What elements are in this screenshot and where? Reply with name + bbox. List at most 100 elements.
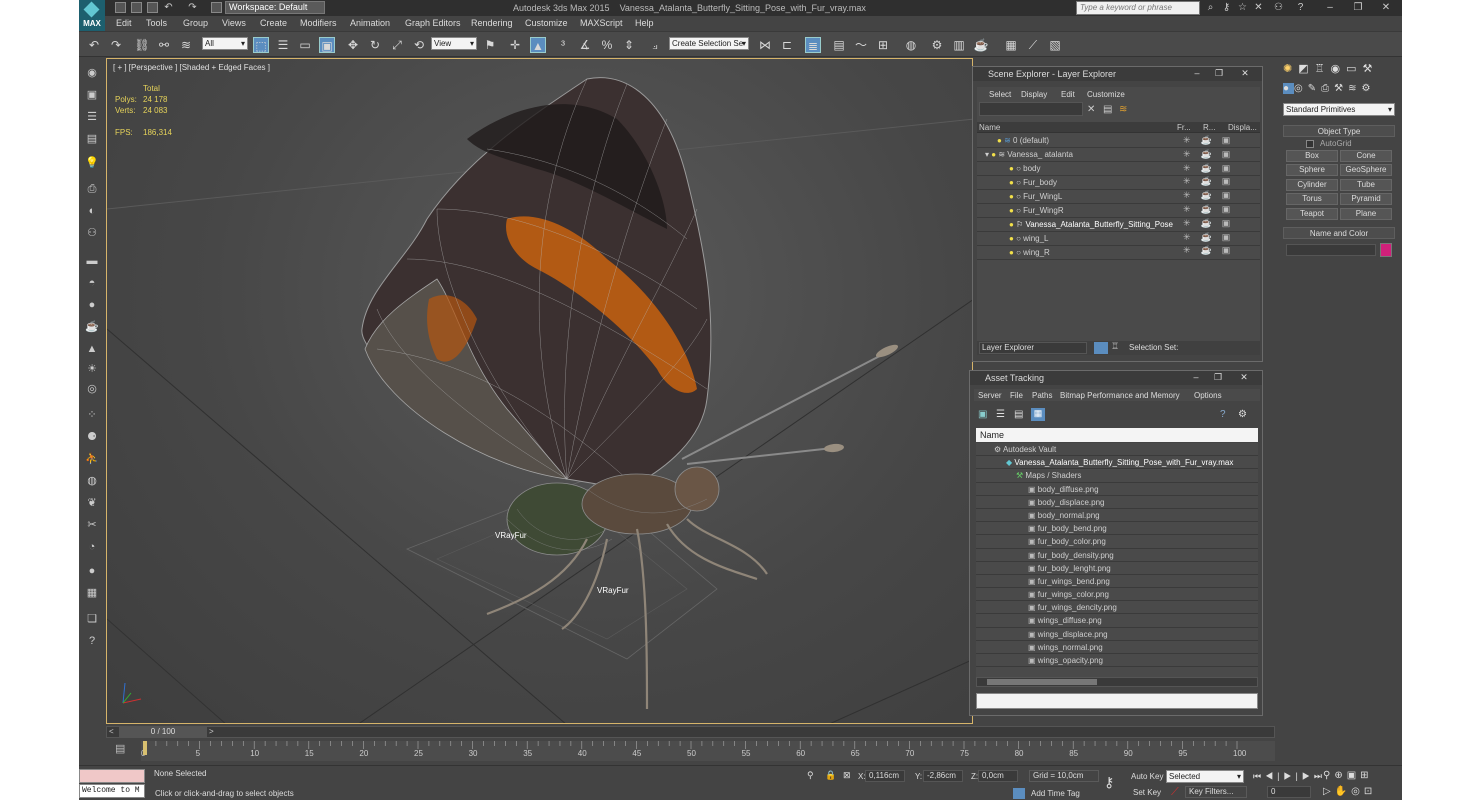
hair-icon[interactable]: ❦ <box>84 495 100 511</box>
menu-animation[interactable]: Animation <box>350 18 390 28</box>
menu-rendering[interactable]: Rendering <box>471 18 513 28</box>
freeze-icon[interactable]: ✳ ☕ ▣ <box>1183 231 1263 245</box>
rendered-frame-window-icon[interactable]: ▥ <box>951 37 967 53</box>
freeze-icon[interactable]: ✳ ☕ ▣ <box>1183 217 1263 231</box>
dynamics-icon[interactable]: ⚈ <box>84 429 100 445</box>
at-menu-server[interactable]: Server <box>978 391 1002 400</box>
asset-file-row[interactable]: ▣ wings_normal.png <box>976 641 1258 654</box>
maximize-viewport-icon[interactable]: ⊡ <box>1364 786 1376 797</box>
se-col-render[interactable]: R... <box>1203 123 1215 132</box>
help-icon[interactable]: ? <box>1295 2 1306 13</box>
next-frame-icon[interactable]: > <box>209 727 214 736</box>
asset-file-row[interactable]: ▣ body_diffuse.png <box>976 483 1258 496</box>
save-icon[interactable] <box>147 2 158 13</box>
move-icon[interactable]: ✥ <box>345 37 361 53</box>
eye-icon[interactable]: ◉ <box>84 65 100 81</box>
bind-space-warp-icon[interactable]: ≋ <box>178 37 194 53</box>
freeze-icon[interactable]: ✳ ☕ ▣ <box>1183 189 1263 203</box>
se-col-name[interactable]: Name <box>979 123 1000 132</box>
at-menu-options[interactable]: Options <box>1194 391 1222 400</box>
asset-path-field[interactable] <box>976 693 1258 709</box>
current-frame-field[interactable]: 0 <box>1267 786 1311 798</box>
select-manipulate-icon[interactable]: ✛ <box>507 37 523 53</box>
align-icon[interactable]: ⊏ <box>779 37 795 53</box>
create-tab-icon[interactable]: ✺ <box>1283 63 1298 75</box>
rectangular-selection-icon[interactable]: ▭ <box>297 37 313 53</box>
layers-toggle-icon[interactable] <box>1094 342 1108 354</box>
globe-icon[interactable]: ◍ <box>84 473 100 489</box>
prev-frame-icon[interactable]: < <box>109 727 114 736</box>
sun-icon[interactable]: ☀ <box>84 361 100 377</box>
maximize-icon[interactable]: ❐ <box>1211 68 1227 79</box>
add-time-tag[interactable]: Add Time Tag <box>1031 789 1080 798</box>
character-icon[interactable]: ⛹ <box>84 451 100 467</box>
time-tag-icon[interactable] <box>1013 788 1025 799</box>
render-production-icon[interactable]: ☕ <box>973 37 989 53</box>
modify-tab-icon[interactable]: ◩ <box>1298 63 1314 75</box>
plane-button[interactable]: Plane <box>1340 208 1392 220</box>
list-view-icon[interactable]: ☰ <box>996 409 1005 420</box>
display-tab-icon[interactable]: ▭ <box>1346 63 1362 75</box>
torus-button[interactable]: Torus <box>1286 193 1338 205</box>
hierarchy-tab-icon[interactable]: ♖ <box>1315 63 1331 75</box>
close-x-icon[interactable]: ✕ <box>1253 2 1264 13</box>
time-slider[interactable]: < 0 / 100 > <box>106 726 1275 738</box>
shapes-icon[interactable]: ◎ <box>1294 83 1308 94</box>
utilities-tab-icon[interactable]: ⚒ <box>1363 63 1379 75</box>
minimize-icon[interactable]: – <box>1189 68 1205 79</box>
lights-icon[interactable]: ✎ <box>1308 83 1321 94</box>
name-color-rollout[interactable]: Name and Color <box>1283 227 1395 239</box>
se-col-display[interactable]: Displa... <box>1228 123 1257 132</box>
thumbnail-icon[interactable]: ▤ <box>1014 409 1023 420</box>
object-type-rollout[interactable]: Object Type <box>1283 125 1395 137</box>
scrollbar-thumb[interactable] <box>987 679 1097 685</box>
freeze-icon[interactable]: ✳ ☕ ▣ <box>1183 162 1263 176</box>
set-key-button[interactable]: Set Key <box>1133 788 1161 797</box>
maximize-icon[interactable]: ❐ <box>1210 372 1226 383</box>
freeze-icon[interactable]: ✳ ☕ ▣ <box>1183 203 1263 217</box>
key-line-icon[interactable]: ⟋ <box>1171 786 1179 799</box>
ball-icon[interactable]: ● <box>84 563 100 579</box>
undo-icon[interactable]: ↶ <box>163 2 174 13</box>
explorer-type-dropdown[interactable]: Layer Explorer <box>979 342 1087 354</box>
grid-icon[interactable]: ▦ <box>84 585 100 601</box>
spacewarps-icon[interactable]: ≋ <box>1348 83 1361 94</box>
menu-help[interactable]: Help <box>635 18 654 28</box>
helper-icon[interactable]: ◐ <box>84 203 100 219</box>
refresh-icon[interactable]: ▣ <box>978 409 987 420</box>
light-bulb-icon[interactable]: ● <box>1009 164 1014 173</box>
light-bulb-icon[interactable]: ● <box>1009 248 1014 257</box>
cone-button[interactable]: Cone <box>1340 150 1392 162</box>
prev-key-icon[interactable]: ◀| <box>1265 771 1283 781</box>
se-col-frozen[interactable]: Fr... <box>1177 123 1191 132</box>
at-menu-bitmap[interactable]: Bitmap Performance and Memory <box>1060 391 1180 400</box>
light-bulb-icon[interactable]: ● <box>1009 178 1014 187</box>
link-icon[interactable]: ⛓ <box>134 37 150 53</box>
mini-curve-editor-icon[interactable]: ▤ <box>115 742 125 755</box>
curve-editor-icon[interactable]: 〜 <box>853 37 869 53</box>
search-input[interactable]: Type a keyword or phrase <box>1076 1 1200 15</box>
freeze-icon[interactable]: ✳ ☕ ▣ <box>1183 244 1263 258</box>
select-by-name-icon[interactable]: ☰ <box>275 37 291 53</box>
horizontal-scrollbar[interactable] <box>976 677 1258 687</box>
light-bulb-icon[interactable]: ● <box>1009 234 1014 243</box>
isolate-icon[interactable]: ▣ <box>84 87 100 103</box>
activeshade-icon[interactable]: ⟋ <box>1025 37 1041 53</box>
absolute-mode-icon[interactable]: ⊠ <box>843 770 851 781</box>
window-crossing-icon[interactable]: ▣ <box>319 37 335 53</box>
z-coordinate-field[interactable]: 0,0cm <box>978 770 1018 782</box>
pages-icon[interactable]: ❏ <box>84 611 100 627</box>
primitive-type-dropdown[interactable]: Standard Primitives <box>1283 103 1395 116</box>
menu-modifiers[interactable]: Modifiers <box>300 18 337 28</box>
keyboard-shortcut-icon[interactable]: ▲ <box>530 37 546 53</box>
menu-group[interactable]: Group <box>183 18 208 28</box>
track-bar[interactable]: 0510152025303540455055606570758085909510… <box>141 741 1275 761</box>
workspace-dropdown[interactable]: Workspace: Default <box>225 1 325 14</box>
perspective-viewport[interactable]: [ + ] [Perspective ] [Shaded + Edged Fac… <box>106 58 973 724</box>
tube-button[interactable]: Tube <box>1340 179 1392 191</box>
cylinder-button[interactable]: Cylinder <box>1286 179 1338 191</box>
zoom-extents-icon[interactable]: ▣ <box>1347 770 1360 781</box>
zoom-all-icon[interactable]: ⊕ <box>1334 770 1346 781</box>
help-icon[interactable]: ? <box>84 633 100 649</box>
orbit-icon[interactable]: ◎ <box>1351 786 1364 797</box>
